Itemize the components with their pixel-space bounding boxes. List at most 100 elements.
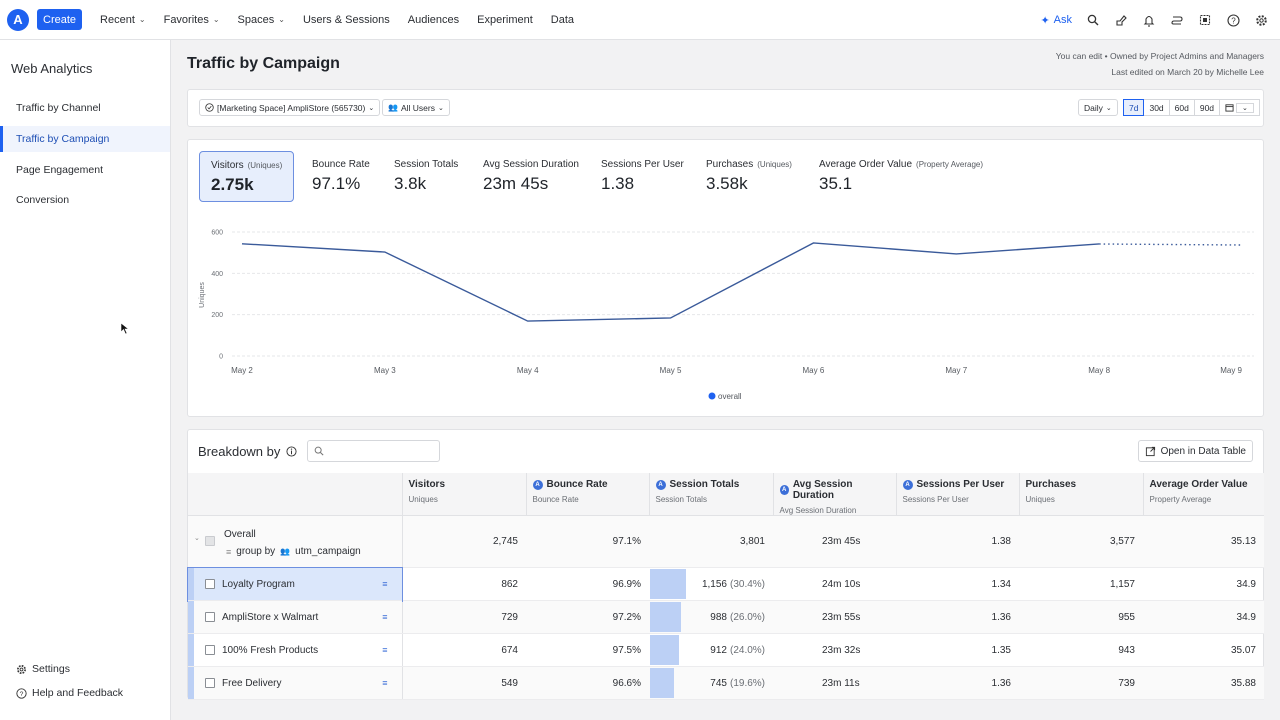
nav-favorites-label: Favorites	[163, 13, 209, 26]
nav-favorites[interactable]: Favorites ⌄	[164, 14, 220, 26]
table-row[interactable]: 100% Fresh Products ≡ 674 97.5% 912 (24.0%…	[188, 633, 1264, 667]
data-point-overall[interactable]	[811, 241, 815, 245]
grid-icon[interactable]	[1198, 13, 1212, 27]
row-checkbox[interactable]	[205, 678, 215, 688]
kpi-session-totals[interactable]: Session Totals 3.8k	[383, 151, 469, 202]
bell-icon[interactable]	[1142, 13, 1156, 27]
page-title: Traffic by Campaign	[187, 55, 340, 72]
sidebar-item-traffic-by-channel[interactable]: Traffic by Channel	[0, 95, 170, 121]
cell-purchases: 739	[1019, 666, 1143, 700]
cell-average-order-value: 35.88	[1143, 666, 1264, 700]
ask-button[interactable]: ✦ Ask	[1040, 14, 1072, 27]
cell-bounce-rate: 97.2%	[526, 600, 649, 634]
kpi-value: 3.58k	[706, 174, 748, 193]
date-picker-button[interactable]: ⌄	[1219, 99, 1260, 116]
row-label-cell[interactable]: Loyalty Program ≡	[187, 566, 403, 602]
overall-label-cell: ⌄ Overall ≡ group by 👥 utm_campaign	[188, 515, 403, 568]
nav-recent[interactable]: Recent ⌄	[100, 14, 146, 26]
breakdown-search-input[interactable]	[307, 440, 440, 462]
cell-average-order-value: 35.07	[1143, 633, 1264, 667]
chart-legend[interactable]: overall	[708, 392, 742, 401]
header-sessions-per-user[interactable]: A Sessions Per User Sessions Per User	[896, 473, 1020, 516]
kpi-visitors[interactable]: Visitors (Uniques) 2.75k	[199, 151, 294, 202]
table-row[interactable]: Loyalty Program ≡ 862 96.9% 1,156 (30.4%) …	[187, 566, 1264, 602]
segment-selector[interactable]: 👥 All Users ⌄	[382, 99, 450, 116]
rocket-icon[interactable]	[1114, 13, 1128, 27]
row-label-cell[interactable]: 100% Fresh Products ≡	[188, 633, 403, 667]
group-by-row[interactable]: ≡ group by 👥 utm_campaign	[226, 546, 361, 557]
nav-spaces-label: Spaces	[237, 13, 275, 26]
help-feedback-link[interactable]: ? Help and Feedback	[16, 687, 123, 699]
header-bounce-rate[interactable]: A Bounce Rate Bounce Rate	[526, 473, 650, 516]
sidebar-item-conversion[interactable]: Conversion	[0, 187, 170, 213]
range-90d[interactable]: 90d	[1193, 99, 1221, 116]
mouse-cursor-icon	[120, 322, 130, 335]
settings-label: Settings	[32, 663, 70, 675]
help-icon[interactable]: ?	[1226, 13, 1240, 27]
amplitude-logo-icon[interactable]: A	[7, 8, 29, 31]
group-icon[interactable]: ≡	[382, 645, 387, 655]
nav-data[interactable]: Data	[551, 14, 574, 26]
kpi-avg-session-duration[interactable]: Avg Session Duration 23m 45s	[472, 151, 590, 202]
switch-icon[interactable]	[1170, 13, 1184, 27]
range-30d[interactable]: 30d	[1143, 99, 1170, 116]
nav-users-sessions[interactable]: Users & Sessions	[303, 14, 390, 26]
kpi-sessions-per-user[interactable]: Sessions Per User 1.38	[590, 151, 695, 202]
header-visitors[interactable]: Visitors Uniques	[402, 473, 527, 516]
chevron-down-icon: ⌄	[278, 15, 285, 24]
project-label: [Marketing Space] AmpliStore (565730)	[217, 102, 366, 113]
collapse-chevron-icon[interactable]: ⌄	[194, 534, 200, 542]
kpi-purchases[interactable]: Purchases (Uniques) 3.58k	[695, 151, 803, 202]
data-point-overall[interactable]	[669, 316, 673, 320]
data-point-overall[interactable]	[1097, 242, 1101, 246]
overall-checkbox[interactable]	[205, 536, 215, 546]
row-checkbox[interactable]	[205, 645, 215, 655]
settings-link[interactable]: Settings	[16, 663, 70, 675]
cell-visitors: 2,745	[402, 515, 526, 568]
x-tick-label: May 3	[374, 366, 396, 375]
interval-selector[interactable]: Daily ⌄	[1078, 99, 1118, 116]
table-row[interactable]: AmpliStore x Walmart ≡ 729 97.2% 988 (26.0…	[188, 600, 1264, 634]
cell-purchases: 1,157	[1019, 567, 1143, 601]
header-average-order-value[interactable]: Average Order Value Property Average	[1143, 473, 1264, 516]
cell-sessions-per-user: 1.36	[896, 666, 1019, 700]
data-point-overall[interactable]	[383, 250, 387, 254]
project-selector[interactable]: [Marketing Space] AmpliStore (565730) ⌄	[199, 99, 381, 116]
data-point-overall[interactable]	[526, 319, 530, 323]
search-icon	[314, 446, 324, 456]
row-label: AmpliStore x Walmart	[222, 611, 319, 623]
row-checkbox[interactable]	[205, 579, 215, 589]
kpi-average-order-value[interactable]: Average Order Value (Property Average) 35…	[808, 151, 994, 202]
open-in-data-table-button[interactable]: Open in Data Table	[1137, 440, 1253, 462]
range-7d[interactable]: 7d	[1123, 99, 1145, 116]
data-point-overall[interactable]	[1240, 243, 1244, 247]
header-avg-session-duration[interactable]: A Avg Session Duration Avg Session Duratio…	[773, 473, 897, 516]
group-icon[interactable]: ≡	[382, 579, 387, 589]
data-point-overall[interactable]	[240, 242, 244, 246]
sidebar-item-traffic-by-campaign[interactable]: Traffic by Campaign	[0, 126, 170, 152]
group-icon[interactable]: ≡	[382, 678, 387, 688]
gear-icon[interactable]	[1254, 13, 1268, 27]
sidebar-item-page-engagement[interactable]: Page Engagement	[0, 157, 170, 183]
cell-session-totals: 912 (24.0%)	[649, 633, 773, 667]
nav-experiment[interactable]: Experiment	[477, 14, 533, 26]
range-60d[interactable]: 60d	[1168, 99, 1195, 116]
row-checkbox[interactable]	[205, 612, 215, 622]
kpi-bounce-rate[interactable]: Bounce Rate 97.1%	[301, 151, 381, 202]
cell-bounce-rate: 96.6%	[526, 666, 649, 700]
row-label-cell[interactable]: Free Delivery ≡	[188, 666, 403, 700]
group-icon: ≡	[226, 546, 232, 557]
create-button[interactable]: Create	[37, 9, 83, 30]
cell-avg-session-duration: 24m 10s	[773, 567, 896, 601]
table-row[interactable]: Free Delivery ≡ 549 96.6% 745 (19.6%) 23m …	[188, 666, 1264, 700]
group-icon[interactable]: ≡	[382, 612, 387, 622]
nav-spaces[interactable]: Spaces ⌄	[238, 14, 285, 26]
header-label-column	[188, 473, 403, 516]
nav-audiences[interactable]: Audiences	[408, 14, 459, 26]
data-point-overall[interactable]	[954, 252, 958, 256]
header-purchases[interactable]: Purchases Uniques	[1019, 473, 1144, 516]
header-session-totals[interactable]: A Session Totals Session Totals	[649, 473, 774, 516]
info-icon[interactable]	[286, 446, 297, 457]
row-label-cell[interactable]: AmpliStore x Walmart ≡	[188, 600, 403, 634]
search-icon[interactable]	[1086, 13, 1100, 27]
